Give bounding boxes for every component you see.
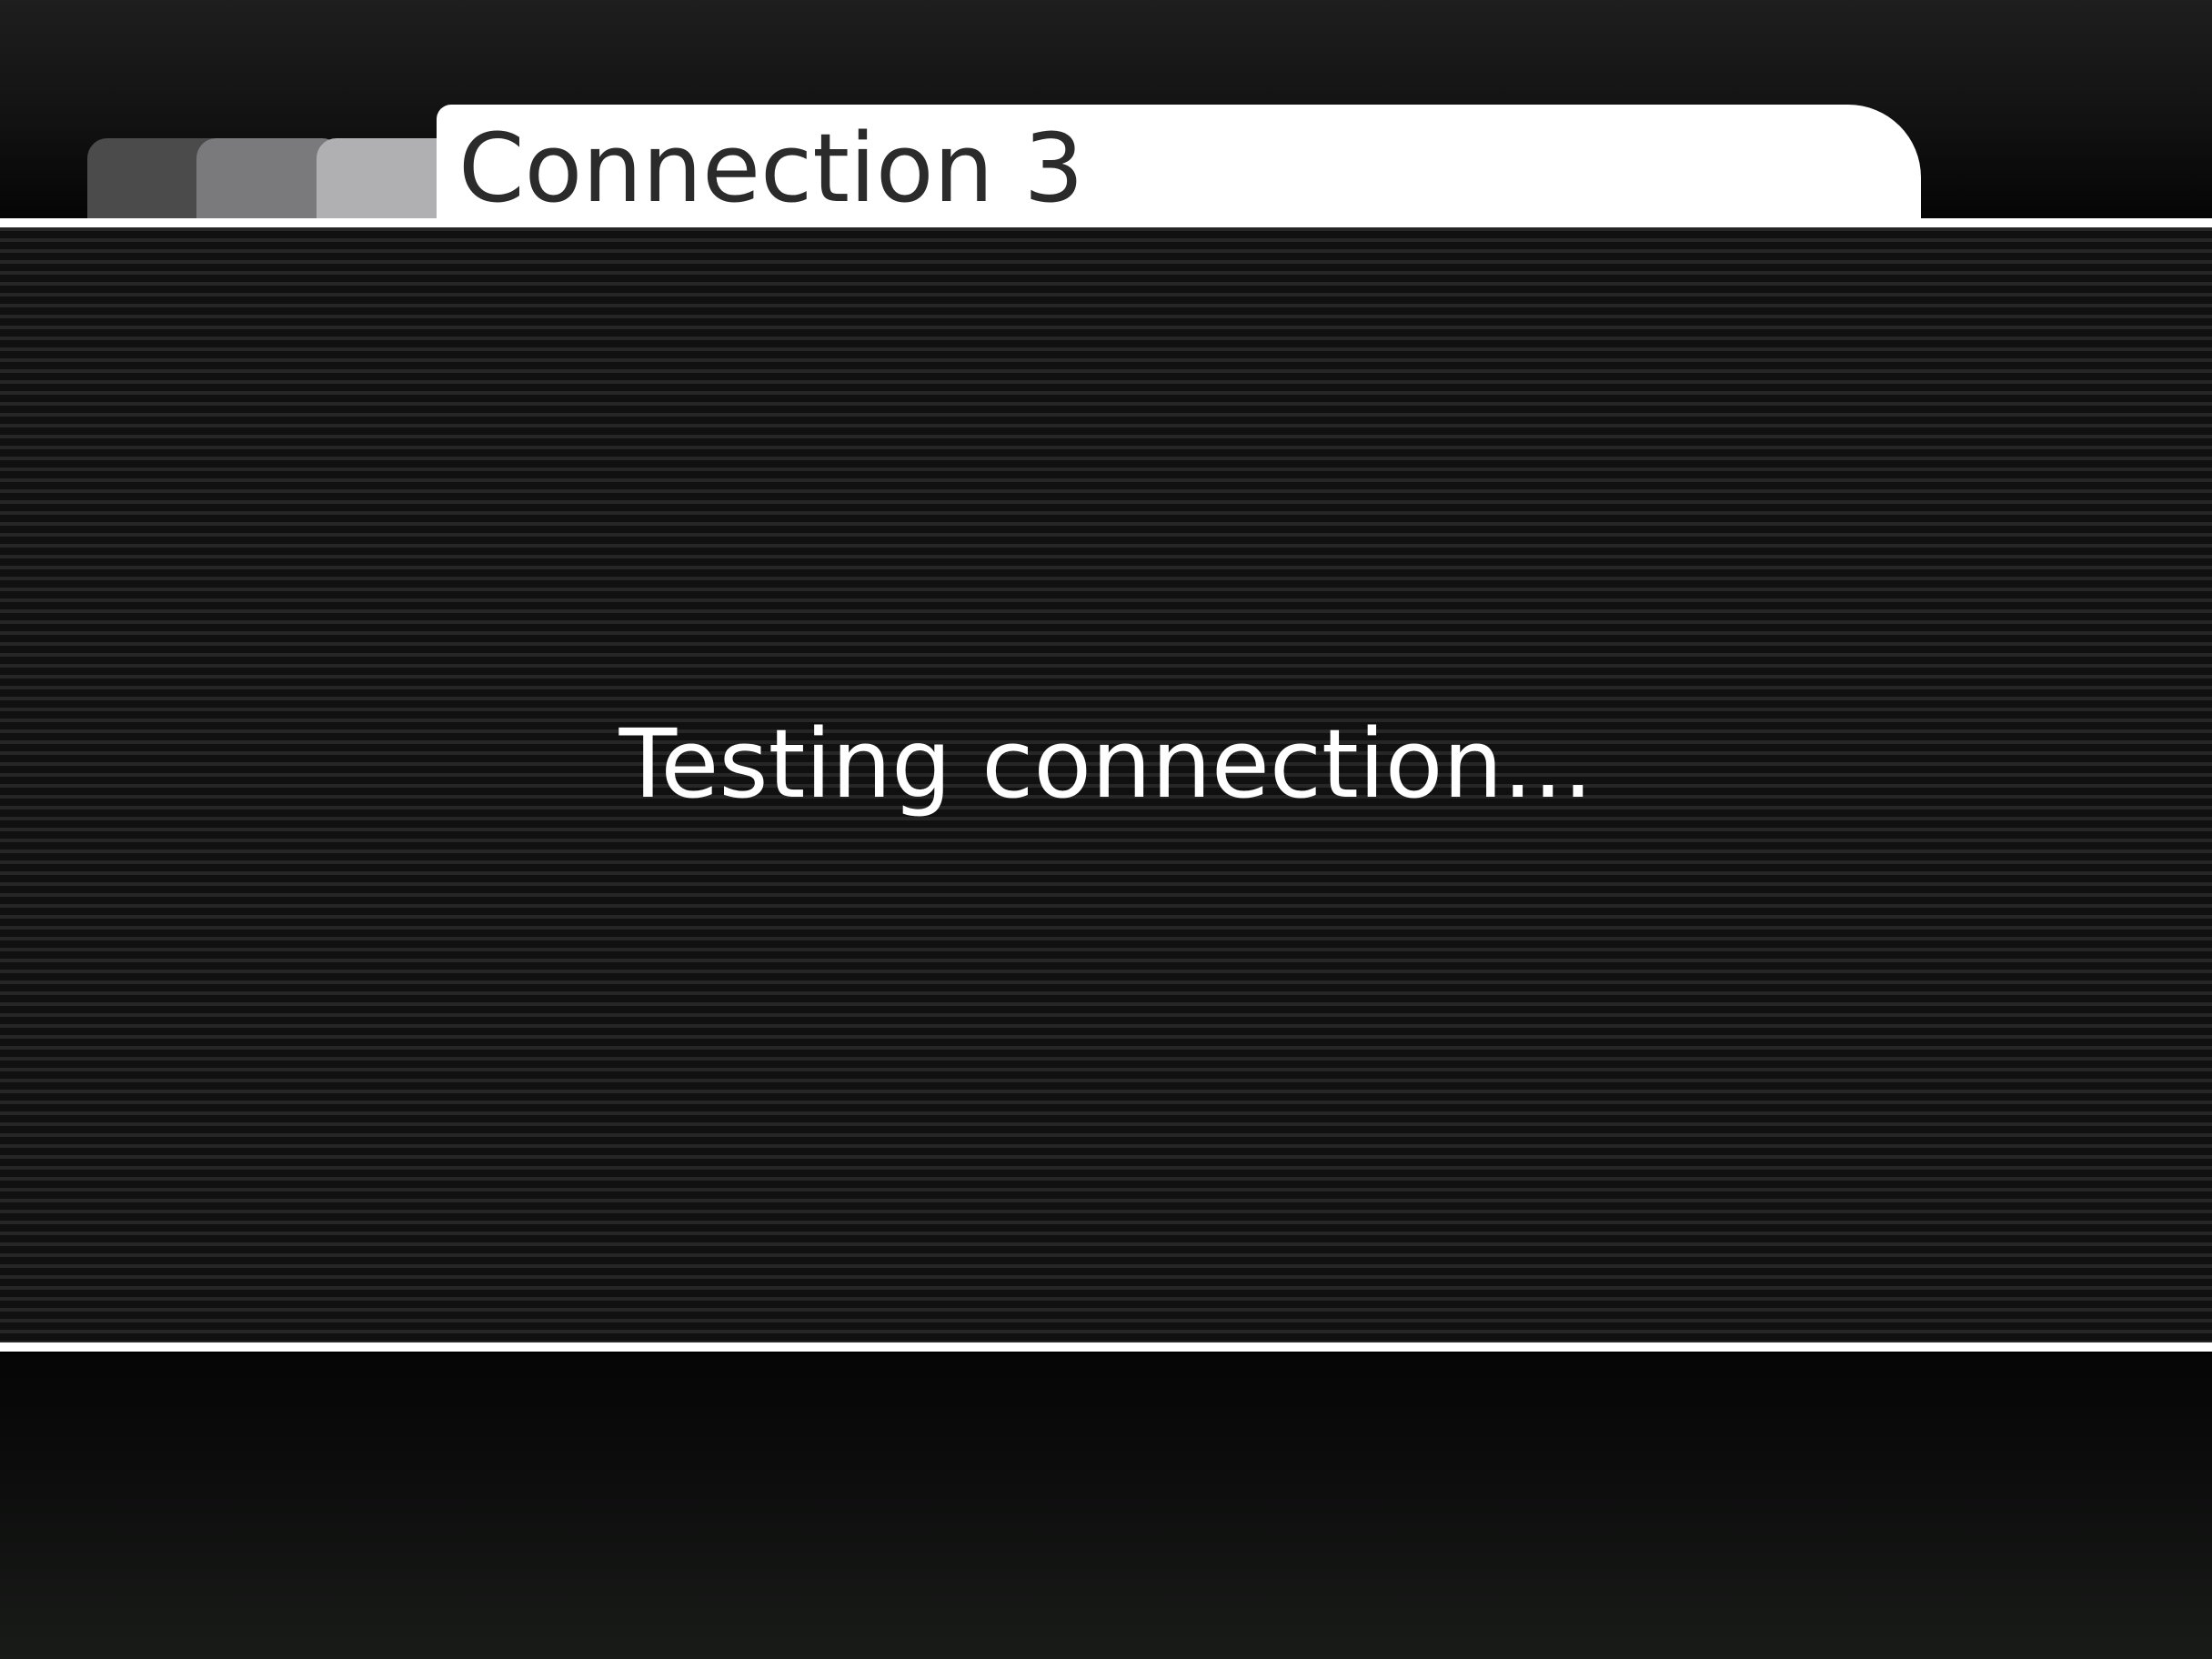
status-message: Testing connection... (618, 709, 1594, 819)
content-panel: Testing connection... (0, 227, 2212, 1342)
footer-band (0, 1353, 2212, 1659)
top-divider (0, 218, 2212, 227)
connection-test-screen: Connection 3 Testing connection... (0, 0, 2212, 1659)
active-tab: Connection 3 (437, 105, 1921, 232)
bottom-divider (0, 1342, 2212, 1352)
tab-title: Connection 3 (458, 113, 1084, 224)
